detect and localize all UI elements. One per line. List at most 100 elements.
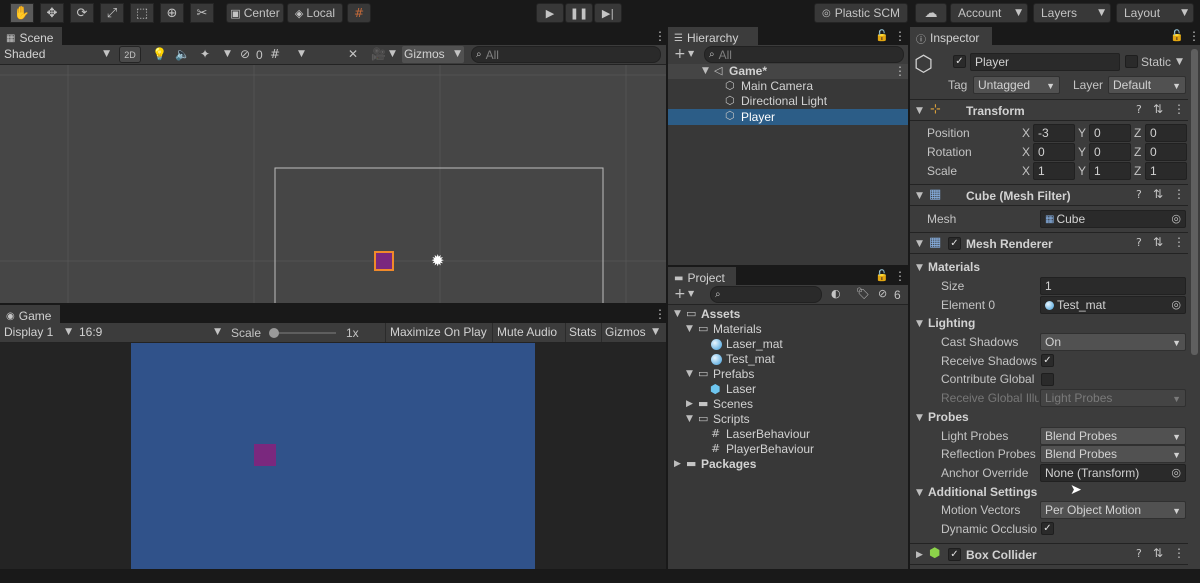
chevron-down-icon[interactable]: ▼ — [389, 49, 396, 59]
add-icon[interactable]: + — [674, 286, 686, 302]
expand-down-icon[interactable]: ▼ — [674, 309, 681, 319]
scene-row[interactable]: ▼ ◁ Game* ⋮ — [668, 64, 908, 79]
box-collider-enabled-checkbox[interactable]: ✓ — [948, 548, 961, 561]
mesh-renderer-enabled-checkbox[interactable]: ✓ — [948, 237, 961, 250]
hand-tool-icon[interactable]: ✋ — [10, 3, 34, 23]
gizmos-dropdown[interactable]: Gizmos ▼ — [402, 46, 464, 63]
scale-z-field[interactable]: 1 — [1145, 162, 1187, 180]
project-folder-packages[interactable]: ▶ ▬ Packages — [668, 457, 908, 472]
lighting-foldout[interactable]: Lighting — [928, 316, 975, 330]
expand-down-icon[interactable]: ▼ — [916, 239, 923, 249]
chevron-down-icon[interactable]: ▼ — [224, 49, 231, 59]
game-viewport[interactable] — [0, 343, 666, 569]
rect-tool-icon[interactable]: ⬚ — [130, 3, 154, 23]
anchor-override-object-field[interactable]: None (Transform) ◎ — [1040, 464, 1186, 482]
project-folder-scripts[interactable]: ▼ ▭ Scripts — [668, 412, 908, 427]
transform-component-header[interactable]: ▼ ⊹ Transform ? ⇅ ⋮ — [910, 99, 1188, 121]
more-menu-icon[interactable]: ⋮ — [1173, 235, 1185, 249]
object-picker-icon[interactable]: ◎ — [1171, 298, 1181, 311]
object-picker-icon[interactable]: ◎ — [1171, 466, 1181, 479]
display-dropdown[interactable]: Display 1 ▼ — [4, 325, 74, 341]
expand-down-icon[interactable]: ▼ — [686, 369, 693, 379]
tab-project[interactable]: ▬ Project — [668, 267, 736, 287]
tools-icon[interactable]: ✕ — [348, 47, 358, 61]
2d-toggle-button[interactable]: 2D — [119, 46, 141, 63]
presets-icon[interactable]: ⇅ — [1153, 187, 1163, 201]
camera-icon[interactable]: 🎥 — [371, 47, 386, 61]
additional-settings-foldout[interactable]: Additional Settings — [928, 485, 1037, 499]
tag-dropdown[interactable]: Untagged ▼ — [973, 76, 1060, 94]
light-probes-dropdown[interactable]: Blend Probes ▼ — [1040, 427, 1186, 445]
hidden-objects-icon[interactable]: ⊘ — [240, 47, 250, 61]
filter-by-label-icon[interactable]: 🏷 — [856, 287, 870, 300]
filter-by-type-icon[interactable]: ◐ — [831, 287, 841, 300]
expand-right-icon[interactable]: ▶ — [916, 550, 923, 560]
custom-tool-icon[interactable]: ✂ — [190, 3, 214, 23]
inspector-scrollbar[interactable] — [1191, 49, 1198, 355]
aspect-dropdown[interactable]: 16:9 ▼ — [79, 325, 223, 341]
size-field[interactable]: 1 — [1040, 277, 1186, 295]
motion-vectors-dropdown[interactable]: Per Object Motion ▼ — [1040, 501, 1186, 519]
materials-foldout[interactable]: Materials — [928, 260, 980, 274]
tab-game[interactable]: ◉ Game — [0, 305, 60, 325]
scale-tool-icon[interactable]: ⤢ — [100, 3, 124, 23]
rotation-z-field[interactable]: 0 — [1145, 143, 1187, 161]
layers-dropdown[interactable]: Layers ▼ — [1033, 3, 1111, 23]
more-menu-icon[interactable]: ⋮ — [894, 29, 906, 43]
project-asset-player-behaviour[interactable]: # PlayerBehaviour — [668, 442, 908, 457]
element0-object-field[interactable]: Test_mat ◎ — [1040, 296, 1186, 314]
scale-slider-handle[interactable] — [269, 328, 279, 338]
pause-button-icon[interactable]: ❚❚ — [565, 3, 593, 23]
hierarchy-item-main-camera[interactable]: ⬡ Main Camera — [668, 79, 908, 94]
hierarchy-search-input[interactable]: ⌕ All — [704, 46, 904, 63]
chevron-down-icon[interactable]: ▼ — [688, 49, 694, 58]
project-folder-prefabs[interactable]: ▼ ▭ Prefabs — [668, 367, 908, 382]
chevron-down-icon[interactable]: ▼ — [688, 289, 694, 298]
tab-inspector[interactable]: ⓘ Inspector — [910, 27, 992, 47]
more-menu-icon[interactable]: ⋮ — [1173, 102, 1185, 116]
expand-down-icon[interactable]: ▼ — [916, 413, 923, 423]
active-checkbox[interactable]: ✓ — [953, 55, 966, 68]
more-menu-icon[interactable]: ⋮ — [654, 29, 666, 43]
more-menu-icon[interactable]: ⋮ — [1173, 187, 1185, 201]
static-checkbox[interactable] — [1125, 55, 1138, 68]
rotate-tool-icon[interactable]: ⟳ — [70, 3, 94, 23]
expand-down-icon[interactable]: ▼ — [686, 414, 693, 424]
help-icon[interactable]: ? — [1136, 103, 1142, 116]
help-icon[interactable]: ? — [1136, 236, 1142, 249]
presets-icon[interactable]: ⇅ — [1153, 546, 1163, 560]
presets-icon[interactable]: ⇅ — [1153, 102, 1163, 116]
object-picker-icon[interactable]: ◎ — [1171, 212, 1181, 225]
project-folder-materials[interactable]: ▼ ▭ Materials — [668, 322, 908, 337]
more-menu-icon[interactable]: ⋮ — [654, 307, 666, 321]
mesh-filter-component-header[interactable]: ▼ ▦ Cube (Mesh Filter) ? ⇅ ⋮ — [910, 184, 1188, 206]
project-asset-laser-mat[interactable]: Laser_mat — [668, 337, 908, 352]
scale-slider[interactable] — [270, 332, 336, 334]
scene-search-input[interactable]: ⌕ All — [471, 46, 661, 63]
project-asset-laser-behaviour[interactable]: # LaserBehaviour — [668, 427, 908, 442]
chevron-down-icon[interactable]: ▼ — [1176, 57, 1183, 67]
more-menu-icon[interactable]: ⋮ — [1188, 29, 1200, 43]
project-search-input[interactable]: ⌕ — [710, 286, 822, 303]
expand-down-icon[interactable]: ▼ — [916, 263, 923, 273]
rotation-y-field[interactable]: 0 — [1089, 143, 1131, 161]
expand-down-icon[interactable]: ▼ — [916, 488, 923, 498]
more-menu-icon[interactable]: ⋮ — [1173, 546, 1185, 560]
object-name-field[interactable]: Player — [970, 53, 1120, 71]
probes-foldout[interactable]: Probes — [928, 410, 969, 424]
expand-right-icon[interactable]: ▶ — [674, 459, 681, 469]
project-asset-test-mat[interactable]: Test_mat — [668, 352, 908, 367]
expand-down-icon[interactable]: ▼ — [916, 319, 923, 329]
scene-viewport[interactable]: ✹ — [0, 65, 666, 303]
dynamic-occlusion-checkbox[interactable]: ✓ — [1041, 522, 1054, 535]
play-button-icon[interactable]: ▶ — [536, 3, 564, 23]
step-button-icon[interactable]: ▶| — [594, 3, 622, 23]
layout-dropdown[interactable]: Layout ▼ — [1116, 3, 1194, 23]
expand-right-icon[interactable]: ▶ — [686, 399, 693, 409]
lightbulb-icon[interactable]: 💡 — [152, 47, 167, 61]
directional-light-gizmo-icon[interactable]: ✹ — [431, 251, 444, 270]
cloud-icon[interactable]: ☁ — [915, 3, 947, 23]
tab-hierarchy[interactable]: ☰ Hierarchy — [668, 27, 758, 47]
position-y-field[interactable]: 0 — [1089, 124, 1131, 142]
transform-tool-icon[interactable]: ⊕ — [160, 3, 184, 23]
